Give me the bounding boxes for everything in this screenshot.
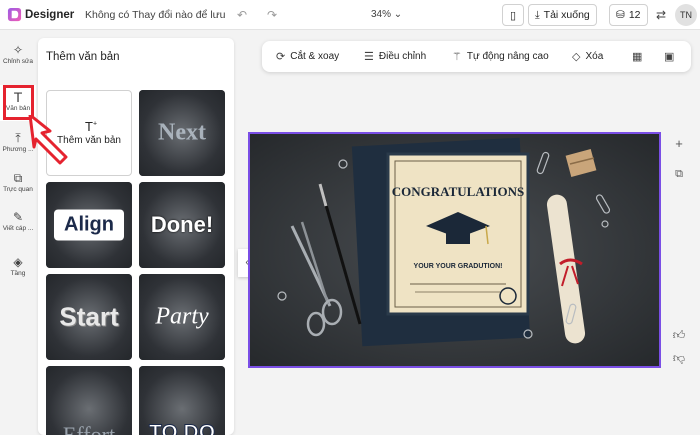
text-panel: Thêm văn bản T+ Thêm văn bản Next Align … xyxy=(38,38,234,435)
thumbs-down-icon[interactable]: 👎︎ xyxy=(671,350,687,366)
text-style-tile[interactable]: TO DO xyxy=(139,366,225,435)
tile-label: Start xyxy=(59,301,119,332)
top-bar: Designer Không có Thay đổi nào để lưu ↶ … xyxy=(0,0,700,30)
adjust-button[interactable]: ☰ Điều chỉnh xyxy=(364,50,426,63)
text-style-tile[interactable]: Next xyxy=(139,90,225,176)
undo-icon[interactable]: ↶ xyxy=(235,8,249,22)
chevron-down-icon: ⌄ xyxy=(393,9,403,20)
image-toolbar: ⟳ Cắt & xoay ☰ Điều chỉnh ⚚ Tự động nâng… xyxy=(262,41,691,72)
download-button[interactable]: ⤓ Tải xuống xyxy=(528,4,597,26)
thumbs-up-icon[interactable]: 👍︎ xyxy=(671,327,687,343)
tile-label: TO DO xyxy=(148,421,216,435)
tile-label: Next xyxy=(158,119,206,146)
share-icon[interactable]: ⇄ xyxy=(654,8,668,22)
tile-label: Done! xyxy=(150,212,214,237)
zoom-value: 34% xyxy=(371,9,392,20)
adjust-label: Điều chỉnh xyxy=(378,51,427,62)
app-name: Designer xyxy=(25,9,75,21)
auto-enhance-button[interactable]: ⚚ Tự động nâng cao xyxy=(452,50,549,63)
crop-label: Cắt & xoay xyxy=(290,51,340,62)
text-style-tile[interactable]: Done! xyxy=(139,182,225,268)
add-text-icon: T+ xyxy=(85,119,98,134)
magic-wand-icon: ⚚ xyxy=(452,51,462,63)
redo-icon[interactable]: ↷ xyxy=(265,8,279,22)
download-icon: ⤓ xyxy=(535,8,540,21)
graduation-image: CONGRATULATIONS YOUR YOUR GRADUTION! xyxy=(250,134,659,366)
tile-label: Party xyxy=(155,303,209,330)
crop-rotate-button[interactable]: ⟳ Cắt & xoay xyxy=(276,50,339,63)
sliders-icon: ☰ xyxy=(364,51,374,63)
erase-label: Xóa xyxy=(585,51,604,62)
cert-subtitle-text: YOUR YOUR GRADUTION! xyxy=(414,263,503,270)
erase-button[interactable]: ◇ Xóa xyxy=(572,50,603,63)
page-view-button[interactable]: ▯ xyxy=(502,4,524,26)
pen-icon: ✎ xyxy=(12,210,24,224)
designer-logo-icon xyxy=(7,7,22,22)
rail-item-layers[interactable]: ◈ Tầng xyxy=(0,250,36,286)
layers-icon: ◈ xyxy=(13,255,23,269)
rail-item-visuals[interactable]: ⧉ Trực quan xyxy=(0,166,36,202)
checkerboard-icon: ▦ xyxy=(632,51,643,63)
coins-icon: ⛁ xyxy=(616,9,625,21)
duplicate-page-icon[interactable]: ⧉ xyxy=(671,166,687,182)
rail-item-label: Chỉnh sửa xyxy=(2,58,33,65)
pointer-arrow-icon xyxy=(28,115,68,165)
panel-title: Thêm văn bản xyxy=(46,51,120,63)
image-settings-button[interactable]: ▣ xyxy=(664,50,674,63)
rail-item-label: Trực quan xyxy=(3,186,33,193)
text-style-tile[interactable]: Effort xyxy=(46,366,132,435)
rail-item-label: Viết cáp ... xyxy=(2,225,34,232)
remove-background-button[interactable]: ▦ xyxy=(632,50,642,63)
page-icon: ▯ xyxy=(509,9,517,22)
crop-icon: ⟳ xyxy=(276,51,286,63)
shapes-icon: ⧉ xyxy=(13,171,23,185)
add-page-icon[interactable]: + xyxy=(671,136,687,152)
text-style-tile[interactable]: Party xyxy=(139,274,225,360)
tile-text: Align xyxy=(64,213,114,236)
image-icon: ▣ xyxy=(664,51,675,63)
credits-button[interactable]: ⛁ 12 xyxy=(609,4,648,26)
rail-item-write-caption[interactable]: ✎ Viết cáp ... xyxy=(0,205,36,241)
download-label: Tải xuống xyxy=(543,9,590,21)
zoom-dropdown[interactable]: 34% ⌄ xyxy=(371,9,402,20)
save-status: Không có Thay đổi nào để lưu xyxy=(85,9,226,21)
eraser-icon: ◇ xyxy=(572,51,581,63)
cert-title-text: CONGRATULATIONS xyxy=(392,184,524,199)
auto-enhance-label: Tự động nâng cao xyxy=(466,51,549,62)
rail-item-label: Tầng xyxy=(10,270,26,277)
credits-count: 12 xyxy=(628,9,641,21)
text-style-tile[interactable]: Align xyxy=(46,182,132,268)
avatar[interactable]: TN xyxy=(675,4,697,26)
text-style-tile[interactable]: Start xyxy=(46,274,132,360)
design-canvas[interactable]: CONGRATULATIONS YOUR YOUR GRADUTION! xyxy=(248,132,661,368)
tile-label: Align xyxy=(54,209,124,241)
sparkle-icon: ✧ xyxy=(12,43,24,57)
tile-label: Effort xyxy=(62,421,116,435)
rail-item-edit[interactable]: ✧ Chỉnh sửa xyxy=(0,38,36,74)
